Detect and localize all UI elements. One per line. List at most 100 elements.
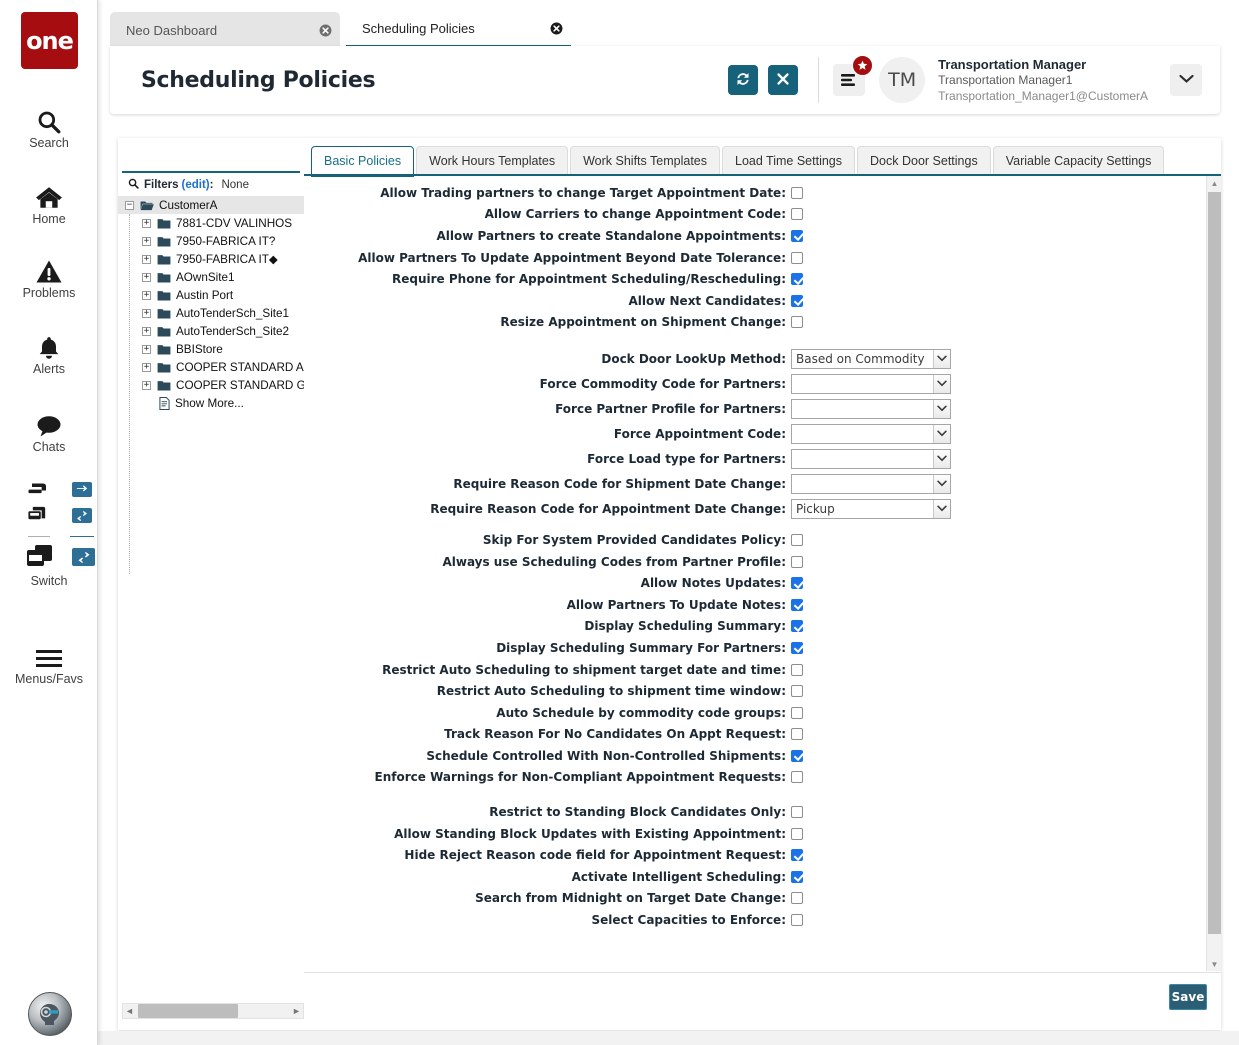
policy-checkbox[interactable]: [791, 827, 803, 840]
chevron-down-icon[interactable]: [933, 474, 950, 493]
policy-dropdown[interactable]: [791, 373, 951, 394]
chevron-down-icon[interactable]: [933, 399, 950, 418]
policy-dropdown[interactable]: [791, 473, 951, 494]
policy-checkbox[interactable]: [791, 555, 803, 568]
scroll-right-arrow-icon[interactable]: ►: [290, 1006, 303, 1016]
tree-toggle-plus-icon[interactable]: +: [142, 236, 151, 246]
policy-checkbox[interactable]: [791, 685, 803, 698]
app-logo[interactable]: one: [21, 12, 78, 69]
tree-node[interactable]: +7950-FABRICA IT◆: [118, 250, 304, 268]
scrollbar-thumb[interactable]: [138, 1004, 238, 1018]
tree-toggle-plus-icon[interactable]: +: [142, 344, 151, 354]
rail-item-search[interactable]: Search: [0, 104, 98, 150]
policy-checkbox[interactable]: [791, 849, 803, 862]
policy-checkbox[interactable]: [791, 316, 803, 329]
form-tab-basic-policies[interactable]: Basic Policies: [311, 146, 415, 177]
rail-item-menus-favs[interactable]: Menus/Favs: [0, 640, 98, 686]
form-tab-work-hours-templates[interactable]: Work Hours Templates: [416, 146, 569, 174]
chevron-down-icon[interactable]: [933, 424, 950, 443]
policy-dropdown[interactable]: [791, 423, 951, 444]
tree-node[interactable]: + Austin Port: [118, 286, 304, 304]
policy-checkbox[interactable]: [791, 620, 803, 633]
filters-edit-link[interactable]: (edit): [182, 179, 210, 191]
tree-node-root[interactable]: − CustomerA: [118, 196, 304, 214]
form-vertical-scrollbar[interactable]: ▲ ▼: [1206, 176, 1221, 971]
policy-checkbox[interactable]: [791, 294, 803, 307]
tree-toggle-plus-icon[interactable]: +: [142, 272, 151, 282]
avatar[interactable]: TM: [879, 57, 926, 103]
form-scroll-region[interactable]: Allow Trading partners to change Target …: [304, 176, 1221, 971]
user-menu-button[interactable]: [1170, 64, 1202, 96]
chevron-down-icon[interactable]: [933, 449, 950, 468]
switch-row-current[interactable]: [0, 544, 98, 574]
rail-item-home[interactable]: Home: [0, 180, 98, 226]
policy-dropdown[interactable]: Based on Commodity: [791, 348, 951, 369]
chevron-down-icon[interactable]: [933, 374, 950, 393]
scroll-up-arrow-icon[interactable]: ▲: [1207, 176, 1222, 190]
policy-checkbox[interactable]: [791, 533, 803, 546]
tree-toggle-plus-icon[interactable]: +: [142, 254, 151, 264]
chevron-down-icon[interactable]: [933, 349, 950, 368]
refresh-button[interactable]: [728, 65, 759, 95]
tree-horizontal-scrollbar[interactable]: ◄ ►: [122, 1003, 304, 1019]
policy-checkbox[interactable]: [791, 914, 803, 927]
policy-checkbox[interactable]: [791, 706, 803, 719]
tree-node[interactable]: + AutoTenderSch_Site1: [118, 304, 304, 322]
policy-checkbox[interactable]: [791, 598, 803, 611]
policy-checkbox[interactable]: [791, 892, 803, 905]
tree-node[interactable]: + AutoTenderSch_Site2: [118, 322, 304, 340]
scrollbar-thumb[interactable]: [1208, 192, 1221, 934]
scroll-down-arrow-icon[interactable]: ▼: [1207, 957, 1222, 971]
star-badge-icon[interactable]: [852, 55, 874, 76]
policy-checkbox[interactable]: [791, 870, 803, 883]
policy-dropdown[interactable]: [791, 448, 951, 469]
tree-toggle-plus-icon[interactable]: +: [142, 308, 151, 318]
tree-node[interactable]: + AOwnSite1: [118, 268, 304, 286]
rail-item-chats[interactable]: Chats: [0, 408, 98, 454]
policy-checkbox[interactable]: [791, 577, 803, 590]
policy-checkbox[interactable]: [791, 251, 803, 264]
switch-badge-icon[interactable]: [72, 548, 95, 566]
tree-toggle-plus-icon[interactable]: +: [142, 290, 151, 300]
form-tab-work-shifts-templates[interactable]: Work Shifts Templates: [570, 146, 720, 174]
tree-node[interactable]: +7881-CDV VALINHOS: [118, 214, 304, 232]
browser-tab-scheduling-policies[interactable]: Scheduling Policies: [346, 12, 571, 48]
policy-checkbox[interactable]: [791, 771, 803, 784]
close-page-button[interactable]: [768, 65, 799, 95]
tree-toggle-plus-icon[interactable]: +: [142, 218, 151, 228]
switch-row-partial-1[interactable]: [0, 478, 98, 504]
tree-node-show-more[interactable]: Show More...: [118, 394, 304, 412]
form-tab-dock-door-settings[interactable]: Dock Door Settings: [857, 146, 991, 174]
tree-node[interactable]: + COOPER STANDARD AGUA: [118, 358, 329, 376]
policy-checkbox[interactable]: [791, 806, 803, 819]
policy-dropdown[interactable]: [791, 398, 951, 419]
tree-toggle-plus-icon[interactable]: +: [142, 380, 151, 390]
switch-badge-icon[interactable]: [72, 482, 92, 497]
close-circle-icon[interactable]: [549, 22, 563, 36]
ai-assistant-avatar-icon[interactable]: [28, 992, 72, 1036]
save-button[interactable]: Save: [1169, 984, 1207, 1010]
chevron-down-icon[interactable]: [933, 499, 950, 518]
policy-checkbox[interactable]: [791, 208, 803, 221]
tree-node[interactable]: + COOPER STANDARD GOLD: [118, 376, 330, 394]
policy-checkbox[interactable]: [791, 663, 803, 676]
policy-checkbox[interactable]: [791, 273, 803, 286]
close-circle-icon[interactable]: [318, 23, 332, 37]
policy-dropdown[interactable]: Pickup: [791, 498, 951, 519]
policy-checkbox[interactable]: [791, 641, 803, 654]
rail-item-problems[interactable]: Problems: [0, 254, 98, 300]
rail-item-alerts[interactable]: Alerts: [0, 330, 98, 376]
browser-tab-neo-dashboard[interactable]: Neo Dashboard: [110, 12, 340, 48]
switch-row-partial-2[interactable]: [0, 504, 98, 530]
form-tab-load-time-settings[interactable]: Load Time Settings: [722, 146, 856, 174]
policy-checkbox[interactable]: [791, 186, 803, 199]
tree-toggle-plus-icon[interactable]: +: [142, 326, 151, 336]
form-tab-variable-capacity-settings[interactable]: Variable Capacity Settings: [992, 146, 1165, 174]
tree-toggle-plus-icon[interactable]: +: [142, 362, 151, 372]
policy-checkbox[interactable]: [791, 728, 803, 741]
policy-checkbox[interactable]: [791, 229, 803, 242]
switch-badge-icon[interactable]: [72, 508, 92, 523]
tree-toggle-minus-icon[interactable]: −: [125, 200, 134, 210]
tree-node[interactable]: + BBIStore: [118, 340, 304, 358]
scroll-left-arrow-icon[interactable]: ◄: [123, 1006, 136, 1016]
